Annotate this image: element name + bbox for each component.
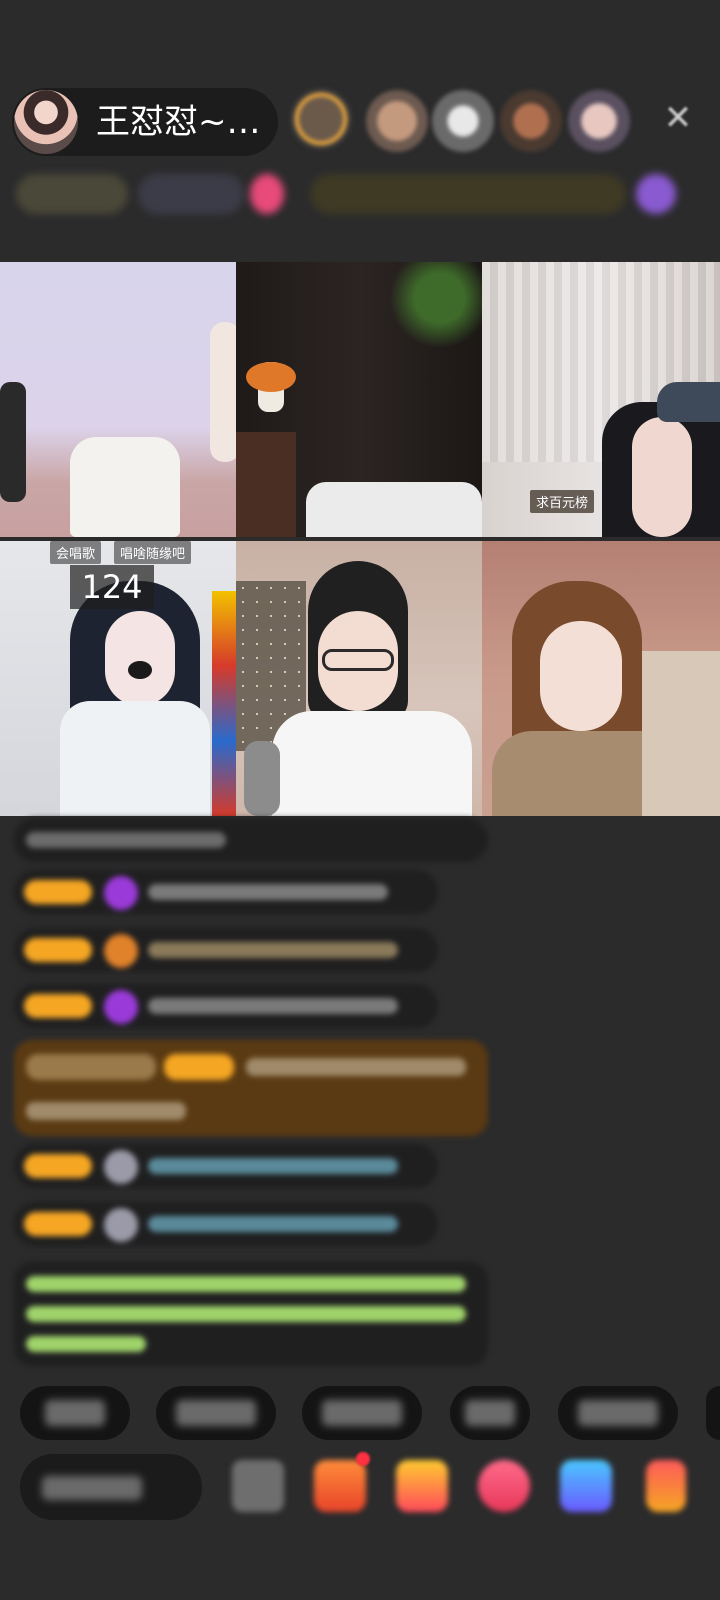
- viewer-avatar-4[interactable]: [500, 90, 562, 152]
- gift-box-icon[interactable]: [314, 1460, 366, 1512]
- quick-reply-chip[interactable]: [302, 1386, 422, 1440]
- tile-badge-random: 唱啥随缘吧: [114, 541, 192, 564]
- close-icon[interactable]: ✕: [660, 100, 696, 136]
- viewer-avatar-1[interactable]: [290, 88, 352, 150]
- heart-gift-icon[interactable]: [478, 1460, 530, 1512]
- gift-icon[interactable]: [396, 1460, 448, 1512]
- video-tile-3[interactable]: 求百元榜: [482, 262, 720, 537]
- host-avatar[interactable]: [14, 90, 78, 154]
- quick-reply-chip[interactable]: [156, 1386, 276, 1440]
- notification-dot: [356, 1452, 370, 1466]
- tile-badge-sing: 会唱歌: [50, 541, 102, 564]
- quick-reply-chip[interactable]: [20, 1386, 130, 1440]
- quick-reply-chip[interactable]: [450, 1386, 530, 1440]
- rank-info-bar[interactable]: [16, 170, 696, 218]
- video-tile-4[interactable]: 会唱歌 唱啥随缘吧 124: [0, 541, 236, 816]
- chat-message: [14, 928, 438, 972]
- video-tile-6[interactable]: [482, 541, 720, 816]
- shop-icon[interactable]: [560, 1460, 612, 1512]
- chat-message: [14, 984, 438, 1028]
- host-name: 王怼怼~…: [96, 102, 261, 142]
- gift-banner: [14, 1040, 488, 1136]
- video-tile-5[interactable]: [236, 541, 482, 816]
- video-tile-2[interactable]: [236, 262, 482, 537]
- game-icon[interactable]: [646, 1460, 686, 1512]
- viewer-avatar-5[interactable]: [568, 90, 630, 152]
- viewer-avatar-3[interactable]: [432, 90, 494, 152]
- chat-message: [14, 1202, 438, 1246]
- system-notice: [14, 1262, 488, 1366]
- tile-score: 124: [70, 565, 154, 609]
- video-tile-1[interactable]: [0, 262, 236, 537]
- comment-input[interactable]: [20, 1454, 202, 1520]
- video-grid: 求百元榜 会唱歌 唱啥随缘吧 124: [0, 262, 720, 816]
- quick-reply-chip[interactable]: [558, 1386, 678, 1440]
- viewer-avatar-2[interactable]: [366, 90, 428, 152]
- chat-message: [14, 1144, 438, 1188]
- quick-reply-chip[interactable]: [706, 1386, 720, 1440]
- tile-badge: 求百元榜: [530, 490, 595, 513]
- chat-message: [14, 870, 438, 914]
- emoji-icon[interactable]: [232, 1460, 284, 1512]
- chat-message: [14, 818, 488, 862]
